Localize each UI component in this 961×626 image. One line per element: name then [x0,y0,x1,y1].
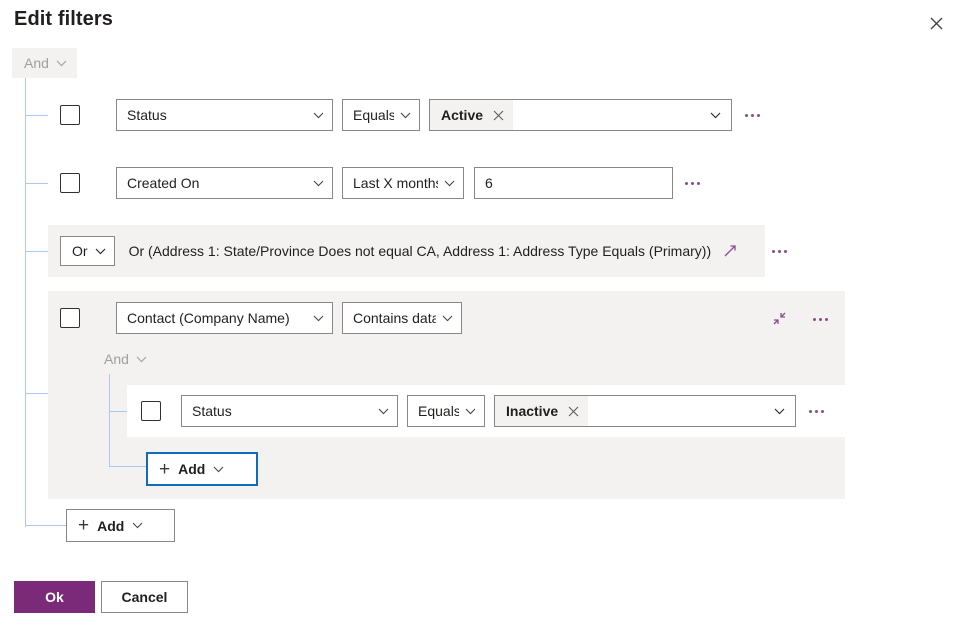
value-number-input-value: 6 [485,175,493,191]
tree-line-inner-branch-add [109,466,147,467]
root-operator-label: And [24,55,49,71]
tree-line-branch-4 [25,393,48,394]
tree-line-branch-2 [25,183,48,184]
close-icon[interactable] [920,7,952,39]
tree-line-branch-add [25,525,67,526]
filter-row-checkbox[interactable] [141,401,161,421]
chevron-down-icon [438,180,455,187]
field-selector-label: Status [127,107,167,123]
cancel-button-label: Cancel [121,589,168,605]
panel-header: Edit filters [0,0,961,46]
tree-line-inner-vertical [109,374,110,467]
filter-row: Status Equals Inactive [127,385,845,437]
filter-row-checkbox[interactable] [60,173,80,193]
field-selector-label: Created On [127,175,200,191]
chevron-down-icon [459,408,476,415]
inner-group-operator-dropdown[interactable]: And [96,344,157,374]
more-options-icon[interactable] [802,397,830,425]
value-selector[interactable]: Inactive [494,395,796,427]
chevron-down-icon [56,60,67,67]
chevron-down-icon [213,466,224,473]
field-selector[interactable]: Status [181,395,398,427]
inner-group-operator-label: And [104,351,129,367]
group-summary-text: Or (Address 1: State/Province Does not e… [128,243,712,259]
group-operator-dropdown[interactable]: Or [60,236,115,266]
filter-group-header: Contact (Company Name) Contains data [60,302,462,334]
chevron-down-icon [136,356,147,363]
page-title: Edit filters [14,8,113,30]
ok-button-label: Ok [45,589,64,605]
chevron-down-icon [95,248,106,255]
field-selector[interactable]: Status [116,99,333,131]
filter-row-checkbox[interactable] [60,105,80,125]
add-inner-filter-label: Add [178,461,206,477]
filter-group-checkbox[interactable] [60,308,80,328]
close-icon[interactable] [493,110,504,121]
operator-selector[interactable]: Equals [342,99,420,131]
add-filter-label: Add [97,517,125,534]
tree-line-root-vertical [25,78,26,527]
field-selector-label: Contact (Company Name) [127,310,290,326]
collapse-diagonal-icon[interactable] [766,305,792,331]
field-selector-label: Status [192,403,232,419]
chevron-down-icon [132,522,143,529]
more-options-icon[interactable] [678,169,706,197]
add-inner-filter-button[interactable]: + Add [146,452,258,486]
value-token: Inactive [495,396,589,426]
value-selector[interactable]: Active [429,99,732,131]
plus-icon: + [78,515,90,536]
expand-diagonal-icon[interactable] [717,238,743,264]
chevron-down-icon [303,180,324,187]
chevron-down-icon [774,408,787,415]
filter-group-collapsed: Or Or (Address 1: State/Province Does no… [48,225,787,277]
close-icon[interactable] [568,406,579,417]
group-operator-label: Or [72,243,88,259]
chevron-down-icon [303,112,324,119]
chevron-down-icon [394,112,411,119]
value-token-label: Inactive [506,403,559,419]
operator-selector-label: Equals [353,107,394,123]
filter-row: Status Equals Active [60,99,766,131]
value-token: Active [430,100,514,130]
more-options-icon[interactable] [806,305,834,333]
operator-selector[interactable]: Last X months [342,167,464,199]
operator-selector[interactable]: Equals [407,395,485,427]
operator-selector-label: Equals [418,403,459,419]
tree-line-branch-1 [25,115,48,116]
field-selector[interactable]: Created On [116,167,333,199]
filter-row: Created On Last X months 6 [60,167,706,199]
add-filter-button[interactable]: + Add [66,509,175,542]
root-operator-dropdown[interactable]: And [12,48,77,78]
chevron-down-icon [710,112,723,119]
cancel-button[interactable]: Cancel [101,581,188,613]
chevron-down-icon [368,408,389,415]
tree-line-branch-3 [25,251,48,252]
operator-selector[interactable]: Contains data [342,302,462,334]
value-token-label: Active [441,107,484,123]
operator-selector-label: Last X months [353,175,438,191]
value-number-input[interactable]: 6 [474,167,673,199]
field-selector[interactable]: Contact (Company Name) [116,302,333,334]
plus-icon: + [159,458,171,480]
more-options-icon[interactable] [765,237,793,265]
chevron-down-icon [436,315,453,322]
more-options-icon[interactable] [738,101,766,129]
operator-selector-label: Contains data [353,310,436,326]
ok-button[interactable]: Ok [14,581,95,613]
chevron-down-icon [303,315,324,322]
